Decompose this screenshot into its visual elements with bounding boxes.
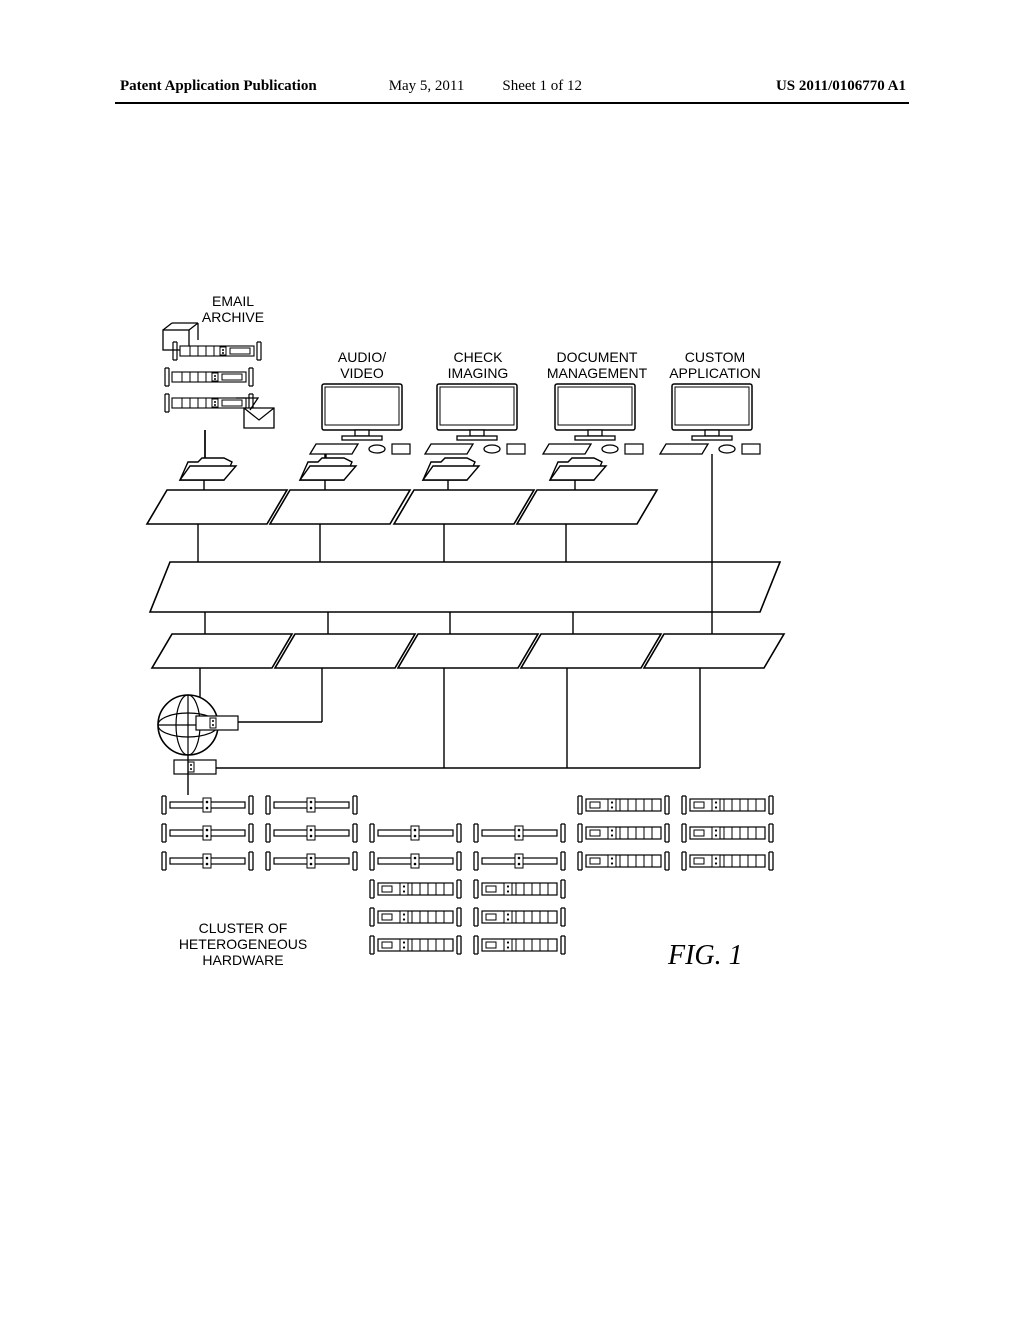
monitor-custom-icon: [660, 384, 760, 454]
server-e1: [576, 796, 671, 814]
monitor-doc-icon: [543, 384, 643, 454]
para-email: [147, 490, 287, 524]
server-a2: [160, 824, 255, 842]
folder-documents-icon: [550, 458, 606, 480]
server-b3: [264, 852, 359, 870]
para-nfs-1: [152, 634, 292, 668]
para-smb-2: [521, 634, 661, 668]
server-d6: [472, 936, 567, 954]
server-c6: [368, 936, 463, 954]
para-checks: [394, 490, 534, 524]
server-c4: [368, 880, 463, 898]
folder-av-icon: [300, 458, 356, 480]
monitor-av-icon: [310, 384, 410, 454]
para-http: [644, 634, 784, 668]
switch-1-icon: [196, 716, 238, 730]
server-d2: [472, 824, 567, 842]
server-d5: [472, 908, 567, 926]
server-f3: [680, 852, 775, 870]
server-a1: [160, 796, 255, 814]
server-d3: [472, 852, 567, 870]
monitor-check-icon: [425, 384, 525, 454]
server-e2: [576, 824, 671, 842]
page: Patent Application Publication May 5, 20…: [0, 0, 1024, 1320]
server-c2: [368, 824, 463, 842]
server-d4: [472, 880, 567, 898]
para-documents: [517, 490, 657, 524]
para-fixed-content-fs: [150, 562, 780, 612]
server-c5: [368, 908, 463, 926]
server-c3: [368, 852, 463, 870]
folder-email-icon: [180, 458, 236, 480]
server-f2: [680, 824, 775, 842]
para-av: [270, 490, 410, 524]
switch-2-icon: [174, 760, 216, 774]
server-b2: [264, 824, 359, 842]
folder-checks-icon: [423, 458, 479, 480]
para-nfs-2: [398, 634, 538, 668]
server-b1: [264, 796, 359, 814]
server-e3: [576, 852, 671, 870]
para-smb-1: [275, 634, 415, 668]
email-archive-icon: [163, 323, 274, 428]
server-f1: [680, 796, 775, 814]
diagram-svg: [0, 0, 1024, 1320]
server-a3: [160, 852, 255, 870]
